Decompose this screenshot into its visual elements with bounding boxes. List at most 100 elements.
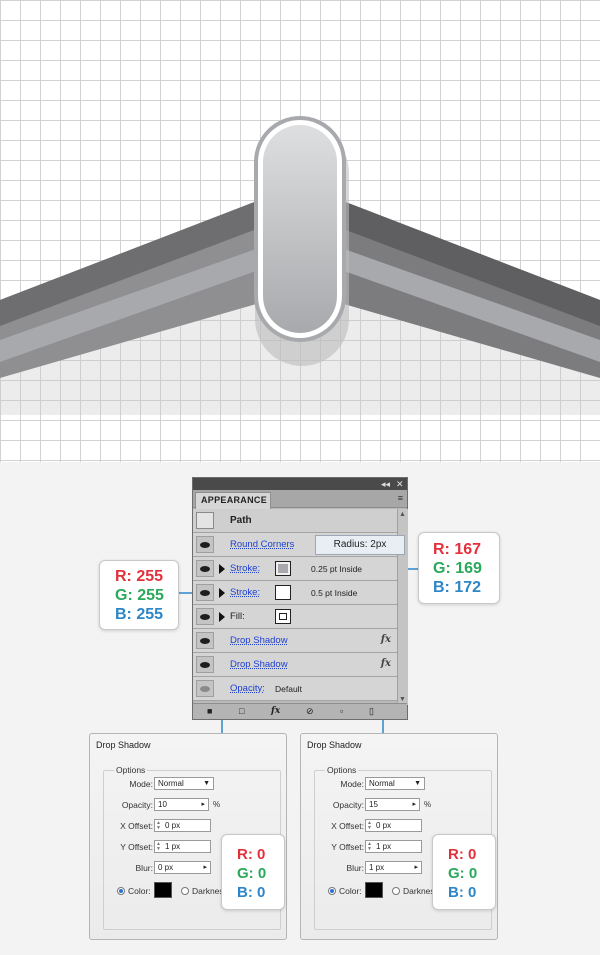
- opacity-label: Opacity:: [121, 800, 153, 810]
- visibility-eye-icon[interactable]: [196, 536, 214, 553]
- opacity-field[interactable]: 10 ▸: [154, 798, 209, 811]
- rgb-b-value: B: 255: [115, 606, 164, 623]
- fx-icon: fx: [380, 634, 391, 645]
- fx-menu-icon[interactable]: fx: [271, 706, 280, 716]
- expand-triangle-icon[interactable]: [219, 564, 225, 574]
- rgb-b-value: B: 0: [237, 884, 266, 901]
- tab-appearance[interactable]: APPEARANCE: [195, 492, 271, 509]
- rgb-callout-left: R: 255 G: 255 B: 255: [99, 560, 179, 630]
- stroke-link[interactable]: Stroke:: [230, 587, 260, 598]
- rgb-r-value: R: 0: [237, 846, 266, 863]
- blur-field[interactable]: 0 px ▸: [154, 861, 211, 874]
- opacity-field[interactable]: 15 ▸: [365, 798, 420, 811]
- rgb-r-value: R: 0: [448, 846, 477, 863]
- blur-field[interactable]: 1 px ▸: [365, 861, 422, 874]
- fill-swatch[interactable]: [275, 609, 291, 624]
- new-art-icon[interactable]: ■: [207, 706, 212, 716]
- row-path[interactable]: Path: [193, 509, 397, 533]
- visibility-eye-icon[interactable]: [196, 560, 214, 577]
- percent-sign: %: [213, 800, 221, 809]
- appearance-rows: Path Round Corners Radius: 2px Stroke: 0…: [193, 509, 405, 701]
- row-drop-shadow-2[interactable]: Drop Shadow fx: [193, 653, 397, 677]
- visibility-eye-icon[interactable]: [196, 608, 214, 625]
- row-drop-shadow-1[interactable]: Drop Shadow fx: [193, 629, 397, 653]
- opacity-label: Opacity:: [332, 800, 364, 810]
- darkness-radio[interactable]: [181, 887, 189, 895]
- color-radio[interactable]: [328, 887, 336, 895]
- expand-triangle-icon[interactable]: [219, 612, 225, 622]
- stroke-swatch[interactable]: [275, 585, 291, 600]
- scroll-up-icon[interactable]: ▲: [399, 511, 406, 518]
- expand-triangle-icon[interactable]: [219, 588, 225, 598]
- rgb-callout-ds1: R: 0 G: 0 B: 0: [221, 834, 285, 910]
- color-radio[interactable]: [117, 887, 125, 895]
- x-offset-field[interactable]: ▲ ▼ 0 px: [365, 819, 422, 832]
- path-label: Path: [230, 515, 252, 526]
- color-label: Color:: [339, 886, 362, 896]
- visibility-eye-icon[interactable]: [196, 656, 214, 673]
- stroke-link[interactable]: Stroke:: [230, 563, 260, 574]
- rgb-callout-right: R: 167 G: 169 B: 172: [418, 532, 500, 604]
- row-round-corners[interactable]: Round Corners Radius: 2px: [193, 533, 405, 557]
- x-offset-label: X Offset:: [120, 821, 153, 831]
- y-offset-field[interactable]: ▲ ▼ 1 px: [154, 840, 211, 853]
- color-label: Color:: [128, 886, 151, 896]
- visibility-eye-icon[interactable]: [196, 584, 214, 601]
- y-offset-field[interactable]: ▲ ▼ 1 px: [365, 840, 422, 853]
- rgb-b-value: B: 0: [448, 884, 477, 901]
- rgb-g-value: G: 169: [433, 560, 482, 577]
- mode-select[interactable]: Normal ▼: [154, 777, 214, 790]
- opacity-value: Default: [275, 684, 302, 694]
- clear-icon[interactable]: ⊘: [306, 706, 314, 717]
- scroll-down-icon[interactable]: ▼: [399, 696, 406, 703]
- drop-shadow-link[interactable]: Drop Shadow: [230, 659, 288, 670]
- opacity-link[interactable]: Opacity:: [230, 683, 265, 694]
- darkness-radio[interactable]: [392, 887, 400, 895]
- color-swatch[interactable]: [154, 882, 172, 898]
- panel-titlebar: ◂◂ ✕: [193, 478, 407, 490]
- mode-label: Mode:: [129, 779, 153, 789]
- round-corners-link[interactable]: Round Corners: [230, 539, 294, 550]
- stroke-swatch[interactable]: [275, 561, 291, 576]
- blur-label: Blur:: [346, 863, 364, 873]
- blur-label: Blur:: [135, 863, 153, 873]
- dialog-title: Drop Shadow: [96, 740, 151, 750]
- duplicate-icon[interactable]: ▫: [340, 706, 343, 716]
- color-swatch[interactable]: [365, 882, 383, 898]
- options-label: Options: [325, 765, 359, 775]
- x-offset-field[interactable]: ▲ ▼ 0 px: [154, 819, 211, 832]
- x-offset-label: X Offset:: [331, 821, 364, 831]
- dialog-title: Drop Shadow: [307, 740, 362, 750]
- y-offset-label: Y Offset:: [120, 842, 153, 852]
- drop-shadow-link[interactable]: Drop Shadow: [230, 635, 288, 646]
- panel-footer: ■ □ fx ⊘ ▫ ▯: [193, 703, 407, 719]
- radius-popup: Radius: 2px: [315, 535, 405, 555]
- rgb-r-value: R: 167: [433, 541, 482, 558]
- close-icon[interactable]: ✕: [396, 478, 404, 490]
- stroke-value: 0.5 pt Inside: [311, 588, 358, 598]
- panel-tab-bar: APPEARANCE ≡: [193, 490, 407, 509]
- fx-icon: fx: [380, 658, 391, 669]
- collapse-icon[interactable]: ◂◂: [381, 478, 390, 490]
- visibility-eye-icon[interactable]: [196, 632, 214, 649]
- rgb-g-value: G: 0: [237, 865, 267, 882]
- appearance-panel: ◂◂ ✕ APPEARANCE ≡ Path Round Corners Rad…: [192, 477, 408, 720]
- panel-menu-icon[interactable]: ≡: [398, 493, 403, 503]
- row-opacity[interactable]: Opacity: Default: [193, 677, 397, 701]
- add-stroke-icon[interactable]: □: [239, 706, 244, 716]
- mode-label: Mode:: [340, 779, 364, 789]
- stroke-value: 0.25 pt Inside: [311, 564, 363, 574]
- rgb-g-value: G: 255: [115, 587, 164, 604]
- rgb-r-value: R: 255: [115, 568, 164, 585]
- options-label: Options: [114, 765, 148, 775]
- row-fill[interactable]: Fill:: [193, 605, 397, 629]
- row-stroke-1[interactable]: Stroke: 0.25 pt Inside: [193, 557, 397, 581]
- row-stroke-2[interactable]: Stroke: 0.5 pt Inside: [193, 581, 397, 605]
- mode-select[interactable]: Normal ▼: [365, 777, 425, 790]
- path-thumbnail: [196, 512, 214, 529]
- fill-label: Fill:: [230, 611, 245, 622]
- rgb-g-value: G: 0: [448, 865, 478, 882]
- percent-sign: %: [424, 800, 432, 809]
- visibility-eye-icon[interactable]: [196, 680, 214, 697]
- delete-icon[interactable]: ▯: [369, 706, 374, 717]
